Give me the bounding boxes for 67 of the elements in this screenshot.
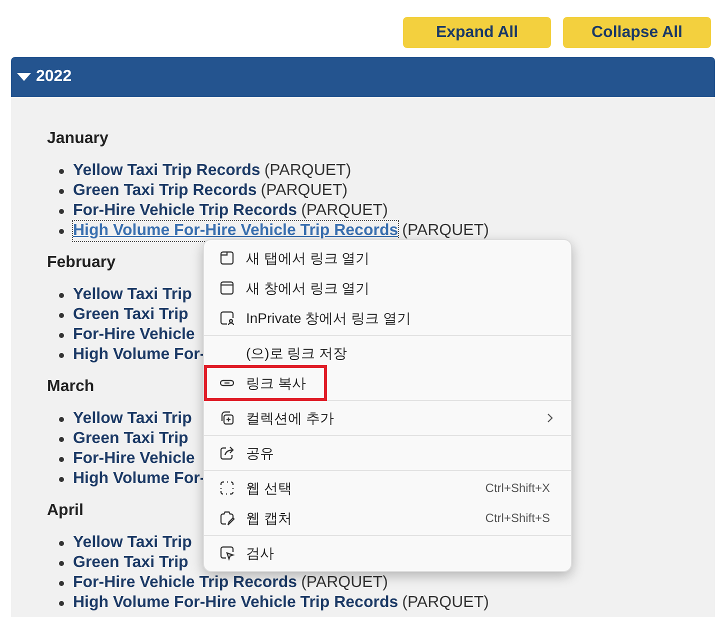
menu-item[interactable]: 공유 (207, 438, 568, 468)
bullet (59, 229, 64, 234)
month-heading: January (47, 129, 108, 149)
menu-item[interactable]: 링크 복사 (207, 368, 324, 398)
menu-item[interactable]: 컬렉션에 추가 (207, 403, 568, 433)
tab-icon (219, 250, 235, 266)
section-title: 2022 (36, 67, 72, 87)
dataset-link[interactable]: Yellow Taxi Trip (73, 409, 192, 429)
month-heading: April (47, 501, 84, 521)
web-capture-icon (219, 510, 235, 526)
menu-item[interactable]: 검사 (207, 538, 568, 568)
bullet (59, 189, 64, 194)
dataset-link[interactable]: Green Taxi Trip (73, 553, 188, 573)
dataset-link[interactable]: Yellow Taxi Trip Records (73, 161, 260, 181)
format-label: (PARQUET) (301, 201, 388, 221)
dataset-link[interactable]: For-Hire Vehicle Trip Records (73, 573, 298, 593)
dataset-link[interactable]: For-Hire Vehicle (73, 325, 195, 345)
dataset-link[interactable]: Yellow Taxi Trip (73, 533, 192, 553)
dataset-link[interactable]: High Volume For-Hire Vehicle Trip Records (73, 593, 398, 613)
dataset-link[interactable]: Green Taxi Trip (73, 429, 188, 449)
dataset-link[interactable]: High Volume For-Hire Vehicle Trip Records (73, 221, 398, 241)
menu-item[interactable]: 새 창에서 링크 열기 (207, 273, 568, 303)
menu-item[interactable]: InPrivate 창에서 링크 열기 (207, 303, 568, 333)
dataset-link[interactable]: For-Hire Vehicle (73, 449, 195, 469)
collapse-all-button[interactable]: Collapse All (563, 17, 711, 48)
bullet (59, 541, 64, 546)
share-icon (219, 445, 235, 461)
menu-item[interactable]: 웹 캡처 Ctrl+Shift+S (207, 503, 568, 533)
dataset-link[interactable]: For-Hire Vehicle Trip Records (73, 201, 298, 221)
dataset-link[interactable]: High Volume For- (73, 345, 206, 365)
section-header[interactable]: 2022 (11, 57, 715, 97)
bullet (59, 477, 64, 482)
month-heading: March (47, 377, 94, 397)
dataset-link[interactable]: Yellow Taxi Trip (73, 285, 192, 305)
format-label: (PARQUET) (402, 593, 489, 613)
format-label: (PARQUET) (264, 161, 352, 181)
bullet (59, 581, 64, 586)
add-collection-icon (219, 410, 235, 426)
bullet (59, 169, 64, 174)
bullet (59, 313, 64, 318)
format-label: (PARQUET) (260, 181, 348, 201)
format-label: (PARQUET) (301, 573, 388, 593)
bullet (59, 353, 64, 358)
shortcut-label: Ctrl+Shift+S (485, 510, 550, 527)
bullet (59, 601, 64, 606)
bullet (59, 333, 64, 338)
dataset-link[interactable]: High Volume For- (73, 469, 206, 489)
bullet (59, 209, 64, 214)
dataset-link[interactable]: Green Taxi Trip (73, 305, 188, 325)
menu-item[interactable]: 웹 선택 Ctrl+Shift+X (207, 473, 568, 503)
menu-item[interactable]: 새 탭에서 링크 열기 (207, 243, 568, 273)
format-label: (PARQUET) (402, 221, 489, 241)
window-icon (219, 280, 235, 296)
bullet (59, 457, 64, 462)
dataset-link[interactable]: Green Taxi Trip Records (73, 181, 257, 201)
web-select-icon (219, 480, 235, 496)
collapse-caret-icon (17, 72, 31, 82)
bullet (59, 437, 64, 442)
inspect-icon (219, 545, 235, 561)
bullet (59, 417, 64, 422)
month-heading: February (47, 253, 116, 273)
private-window-icon (219, 310, 235, 326)
expand-all-button[interactable]: Expand All (403, 17, 551, 48)
bullet (59, 561, 64, 566)
shortcut-label: Ctrl+Shift+X (485, 480, 550, 497)
bullet (59, 293, 64, 298)
menu-item[interactable]: (으)로 링크 저장 (207, 338, 568, 368)
